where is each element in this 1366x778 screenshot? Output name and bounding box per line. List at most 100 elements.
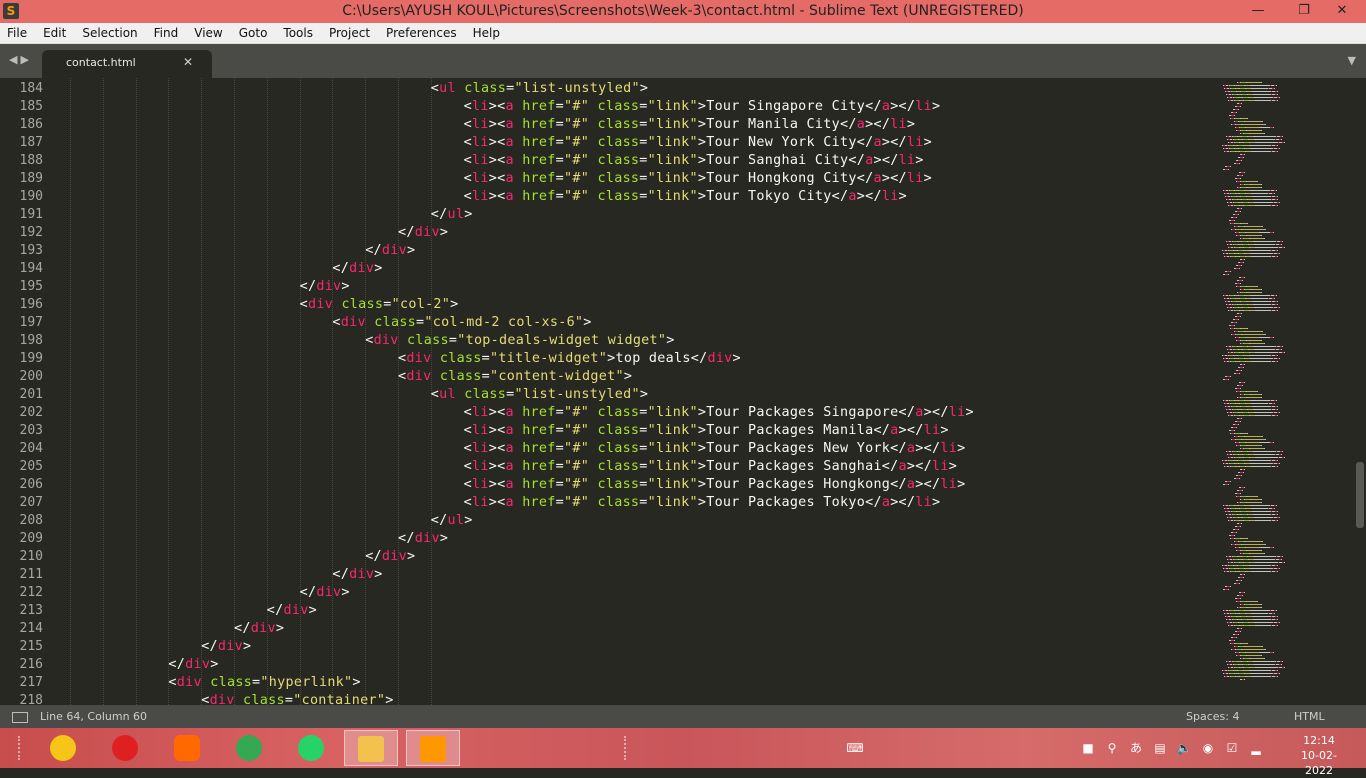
code-line[interactable]: </div> — [168, 656, 218, 674]
chrome-icon[interactable] — [226, 730, 270, 766]
editor-area[interactable]: 184 185 186 187 188 189 190 191 192 193 194 195 196 1… — [0, 78, 1366, 705]
indent-guide — [332, 78, 334, 705]
sublime-text-taskbar-icon[interactable] — [406, 730, 460, 766]
app-tray-icon[interactable]: ◉ — [1200, 740, 1216, 756]
minimap-stroke — [1253, 661, 1276, 662]
code-line[interactable]: </div> — [365, 548, 415, 566]
code-line[interactable]: <div class="hyperlink"> — [168, 674, 360, 692]
tab-contact-html[interactable]: contact.html ✕ — [42, 50, 212, 78]
menu-selection[interactable]: Selection — [74, 23, 145, 43]
menu-preferences[interactable]: Preferences — [378, 23, 465, 43]
minimap-stroke — [1251, 571, 1271, 572]
code-line[interactable]: <div class="container"> — [201, 692, 393, 705]
minimap-stroke — [1253, 409, 1271, 410]
code-line[interactable]: <ul class="list-unstyled"> — [431, 386, 648, 404]
code-line[interactable]: </div> — [332, 566, 382, 584]
code-line[interactable]: </div> — [300, 584, 350, 602]
code-token: > — [439, 225, 449, 240]
code-line[interactable]: <li><a href="#" class="link">Tour Packag… — [464, 422, 949, 440]
device-icon[interactable]: ▤ — [1152, 740, 1168, 756]
code-line[interactable]: <ul class="list-unstyled"> — [431, 80, 648, 98]
code-line[interactable]: <div class="top-deals-widget widget"> — [365, 332, 674, 350]
menu-find[interactable]: Find — [146, 23, 187, 43]
minimap-stroke — [1261, 235, 1262, 236]
volume-icon[interactable]: 🔈 — [1176, 740, 1192, 756]
code-line[interactable]: <li><a href="#" class="link">Tour Packag… — [464, 440, 966, 458]
code-line[interactable]: </div> — [267, 602, 317, 620]
code-line[interactable]: <li><a href="#" class="link">Tour Packag… — [464, 494, 941, 512]
signal-icon[interactable]: ▂ — [1248, 740, 1264, 756]
panel-toggle-icon[interactable] — [12, 712, 28, 723]
menu-goto[interactable]: Goto — [231, 23, 276, 43]
minimap-stroke — [1250, 295, 1270, 296]
minimap[interactable] — [1218, 78, 1354, 705]
code-line[interactable]: <li><a href="#" class="link">Tour Packag… — [464, 458, 958, 476]
code-line[interactable]: </div> — [234, 620, 284, 638]
menu-file[interactable]: File — [0, 23, 35, 43]
menu-edit[interactable]: Edit — [35, 23, 74, 43]
code-line[interactable]: </div> — [398, 224, 448, 242]
indentation-setting[interactable]: Spaces: 4 — [1186, 710, 1239, 723]
tab-close-icon[interactable]: ✕ — [183, 55, 193, 69]
antivirus-app-icon[interactable] — [102, 730, 146, 766]
minimap-stroke — [1279, 97, 1280, 98]
code-line[interactable]: </div> — [365, 242, 415, 260]
minimap-stroke — [1236, 427, 1237, 428]
menu-project[interactable]: Project — [321, 23, 378, 43]
code-line[interactable]: <li><a href="#" class="link">Tour Manila… — [464, 116, 916, 134]
code-line[interactable]: <li><a href="#" class="link">Tour Tokyo … — [464, 188, 907, 206]
code-line[interactable]: <li><a href="#" class="link">Tour Packag… — [464, 404, 974, 422]
code-token: = — [555, 117, 565, 132]
minimap-stroke — [1259, 442, 1270, 443]
code-line[interactable]: <li><a href="#" class="link">Tour New Yo… — [464, 134, 932, 152]
minimap-stroke — [1250, 343, 1264, 344]
code-token: >Tour Tokyo City</ — [697, 189, 849, 204]
code-line[interactable]: <li><a href="#" class="link">Tour Packag… — [464, 476, 966, 494]
tab-nav-arrows-icon[interactable]: ◀▶ — [9, 53, 32, 66]
minimap-stroke — [1277, 520, 1278, 521]
mi-app-icon[interactable] — [164, 730, 208, 766]
launcher-app-icon[interactable] — [40, 730, 84, 766]
search-tray-icon[interactable]: ⚲ — [1104, 740, 1120, 756]
system-clock[interactable]: 12:14 10-02-2022 — [1288, 733, 1350, 778]
notification-icon[interactable]: ■ — [1080, 740, 1096, 756]
code-view[interactable]: <ul class="list-unstyled"> <li><a href="#… — [70, 78, 1220, 705]
code-line[interactable]: </ul> — [431, 206, 473, 224]
code-line[interactable]: <li><a href="#" class="link">Tour Sangha… — [464, 152, 924, 170]
menu-tools[interactable]: Tools — [275, 23, 321, 43]
language-icon[interactable]: あ — [1128, 740, 1144, 756]
close-icon[interactable]: ✕ — [1322, 0, 1362, 23]
code-token: "#" — [564, 423, 590, 438]
code-token: = — [639, 135, 648, 150]
minimap-stroke — [1250, 190, 1270, 191]
scrollbar-thumb[interactable] — [1356, 462, 1364, 528]
minimize-icon[interactable]: — — [1238, 0, 1278, 23]
code-line[interactable]: <li><a href="#" class="link">Tour Hongko… — [464, 170, 932, 188]
minimap-stroke — [1255, 142, 1278, 143]
minimap-stroke — [1243, 367, 1244, 368]
whatsapp-icon[interactable] — [288, 730, 332, 766]
menu-view[interactable]: View — [186, 23, 230, 43]
code-line[interactable]: <div class="col-md-2 col-xs-6"> — [332, 314, 591, 332]
tab-menu-chevron-down-icon[interactable]: ▼ — [1348, 54, 1356, 67]
vertical-scrollbar[interactable] — [1354, 78, 1366, 705]
code-line[interactable]: </div> — [201, 638, 251, 656]
code-line[interactable]: </div> — [398, 530, 448, 548]
line-number: 210 — [19, 549, 43, 564]
keyboard-icon[interactable]: ⌨ — [840, 740, 870, 756]
cursor-position[interactable]: Line 64, Column 60 — [40, 710, 147, 723]
network-icon[interactable]: ☑ — [1224, 740, 1240, 756]
code-line[interactable]: <div class="content-widget"> — [398, 368, 632, 386]
restore-icon[interactable]: ❐ — [1284, 0, 1324, 23]
code-line[interactable]: <div class="title-widget">top deals</div… — [398, 350, 741, 368]
menu-help[interactable]: Help — [465, 23, 508, 43]
code-line[interactable]: <div class="col-2"> — [300, 296, 459, 314]
code-token: ></ — [856, 189, 882, 204]
code-line[interactable]: </ul> — [431, 512, 473, 530]
code-line[interactable]: </div> — [300, 278, 350, 296]
syntax-selector[interactable]: HTML — [1294, 710, 1325, 723]
code-token: li — [471, 459, 489, 474]
code-line[interactable]: <li><a href="#" class="link">Tour Singap… — [464, 98, 941, 116]
file-explorer-icon[interactable] — [344, 730, 398, 766]
code-line[interactable]: </div> — [332, 260, 382, 278]
